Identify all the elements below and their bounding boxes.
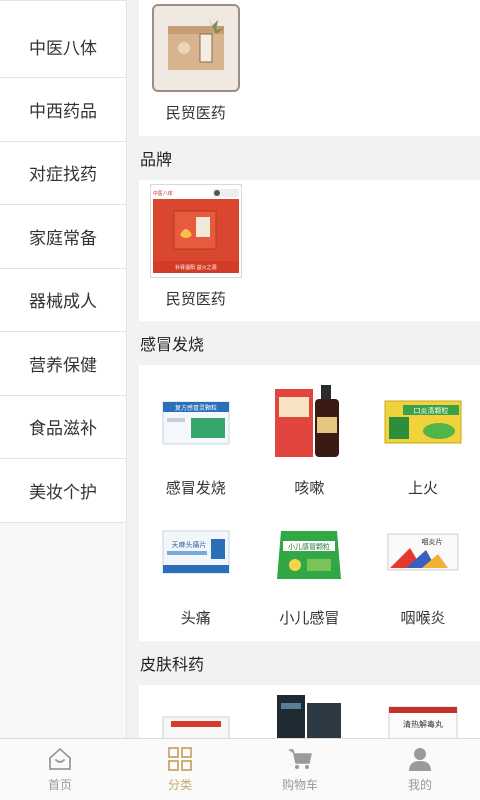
shopping-cart-icon bbox=[289, 749, 312, 769]
product-image: 咽炎片 bbox=[378, 507, 468, 597]
brand-item-label: 民贸医药 bbox=[165, 290, 226, 308]
sidebar-item-medicines[interactable]: 中西药品 bbox=[0, 78, 126, 142]
top-panel: 民贸医药 bbox=[139, 0, 480, 136]
sidebar-item-beauty[interactable]: 美妆个护 bbox=[0, 459, 126, 523]
product-name-text: 复方感冒灵颗粒 bbox=[175, 404, 217, 412]
product-name-text: 天麻头痛片 bbox=[171, 540, 206, 549]
tab-label-cart: 购物车 bbox=[281, 778, 318, 792]
cold-fever-panel: 复方感冒灵颗粒 感冒发烧 咳嗽 口炎清颗粒 上火 天麻头痛片 头痛 小儿感冒颗粒… bbox=[139, 365, 480, 641]
symptom-label: 小儿感冒 bbox=[279, 609, 340, 627]
brand-product-image: 中医八体 补肾温阳 益火之源 bbox=[149, 184, 242, 278]
tab-label-category: 分类 bbox=[167, 778, 192, 792]
product-name-text: 清热解毒丸 bbox=[403, 719, 443, 729]
top-product-item[interactable]: 民贸医药 bbox=[139, 0, 253, 135]
sidebar-item-symptom-search[interactable]: 对症找药 bbox=[0, 141, 126, 205]
section-title-cold-fever: 感冒发烧 bbox=[140, 335, 205, 354]
sidebar-item-label: 中西药品 bbox=[29, 101, 97, 122]
category-sidebar: 中医八体 中西药品 对症找药 家庭常备 器械成人 营养保健 食品滋补 美妆个护 bbox=[0, 0, 127, 738]
product-image bbox=[277, 695, 342, 738]
dermatology-panel: 清热解毒丸 bbox=[139, 685, 480, 738]
symptom-item-cold-fever[interactable]: 复方感冒灵颗粒 感冒发烧 bbox=[139, 377, 253, 507]
sidebar-item-label: 中医八体 bbox=[29, 38, 97, 59]
derm-item-2[interactable] bbox=[253, 693, 367, 738]
product-image bbox=[264, 377, 354, 467]
product-image bbox=[151, 4, 240, 92]
symptom-item-headache[interactable]: 天麻头痛片 头痛 bbox=[139, 507, 253, 631]
category-grid-icon bbox=[168, 747, 192, 771]
brand-badge-left: 中医八体 bbox=[152, 190, 173, 197]
symptom-item-cough[interactable]: 咳嗽 bbox=[253, 377, 367, 507]
product-name-text: 咽炎片 bbox=[421, 537, 442, 546]
section-title-dermatology: 皮肤科药 bbox=[140, 655, 205, 674]
tab-category[interactable]: 分类 bbox=[120, 739, 240, 800]
symptom-label: 咳嗽 bbox=[294, 479, 325, 497]
symptom-label: 咽喉炎 bbox=[400, 609, 446, 627]
sidebar-item-tcm-constitution[interactable]: 中医八体 bbox=[0, 0, 126, 78]
product-image: 小儿感冒颗粒 bbox=[264, 507, 354, 597]
symptom-item-pharyngitis[interactable]: 咽炎片 咽喉炎 bbox=[366, 507, 480, 631]
sidebar-item-label: 家庭常备 bbox=[29, 228, 97, 249]
brand-item[interactable]: 中医八体 补肾温阳 益火之源 民贸医药 bbox=[139, 180, 253, 321]
product-name-text: 口炎清颗粒 bbox=[413, 406, 448, 415]
section-title-brand: 品牌 bbox=[140, 150, 173, 169]
sidebar-item-label: 食品滋补 bbox=[29, 419, 97, 440]
symptom-label: 头痛 bbox=[180, 609, 211, 627]
tab-cart[interactable]: 购物车 bbox=[240, 739, 360, 800]
sidebar-item-label: 营养保健 bbox=[29, 355, 97, 376]
category-content: 民贸医药 品牌 中医八体 补肾温阳 益火之源 民贸医药 感冒发烧 复方感冒灵颗粒… bbox=[139, 0, 480, 738]
top-product-label: 民贸医药 bbox=[165, 104, 226, 122]
sidebar-item-label: 器械成人 bbox=[29, 292, 97, 313]
derm-item-3[interactable]: 清热解毒丸 bbox=[366, 705, 480, 738]
user-icon bbox=[409, 748, 431, 771]
sidebar-item-label: 对症找药 bbox=[29, 165, 97, 186]
sidebar-item-devices[interactable]: 器械成人 bbox=[0, 268, 126, 332]
product-image: 清热解毒丸 bbox=[388, 706, 458, 738]
brand-panel: 中医八体 补肾温阳 益火之源 民贸医药 bbox=[139, 180, 480, 321]
home-icon bbox=[49, 748, 71, 770]
sidebar-item-food-tonic[interactable]: 食品滋补 bbox=[0, 395, 126, 459]
product-image bbox=[162, 716, 230, 738]
symptom-item-inner-heat[interactable]: 口炎清颗粒 上火 bbox=[366, 377, 480, 507]
bottom-tab-bar: 首页 分类 购物车 我的 bbox=[0, 738, 480, 800]
product-name-text: 小儿感冒颗粒 bbox=[288, 542, 330, 551]
sidebar-item-nutrition[interactable]: 营养保健 bbox=[0, 332, 126, 396]
tab-home[interactable]: 首页 bbox=[0, 739, 120, 800]
tab-label-home: 首页 bbox=[47, 778, 72, 792]
symptom-label: 感冒发烧 bbox=[165, 479, 226, 497]
tab-profile[interactable]: 我的 bbox=[360, 739, 480, 800]
product-image: 天麻头痛片 bbox=[151, 507, 241, 597]
sidebar-item-label: 美妆个护 bbox=[29, 482, 97, 503]
symptom-label: 上火 bbox=[407, 479, 438, 497]
sidebar-item-household[interactable]: 家庭常备 bbox=[0, 205, 126, 269]
brand-badge-bottom: 补肾温阳 益火之源 bbox=[152, 261, 239, 273]
derm-item-1[interactable] bbox=[139, 711, 253, 738]
tab-label-profile: 我的 bbox=[407, 778, 432, 792]
product-image: 口炎清颗粒 bbox=[378, 377, 468, 467]
product-image: 复方感冒灵颗粒 bbox=[151, 377, 241, 467]
symptom-item-child-cold[interactable]: 小儿感冒颗粒 小儿感冒 bbox=[253, 507, 367, 631]
